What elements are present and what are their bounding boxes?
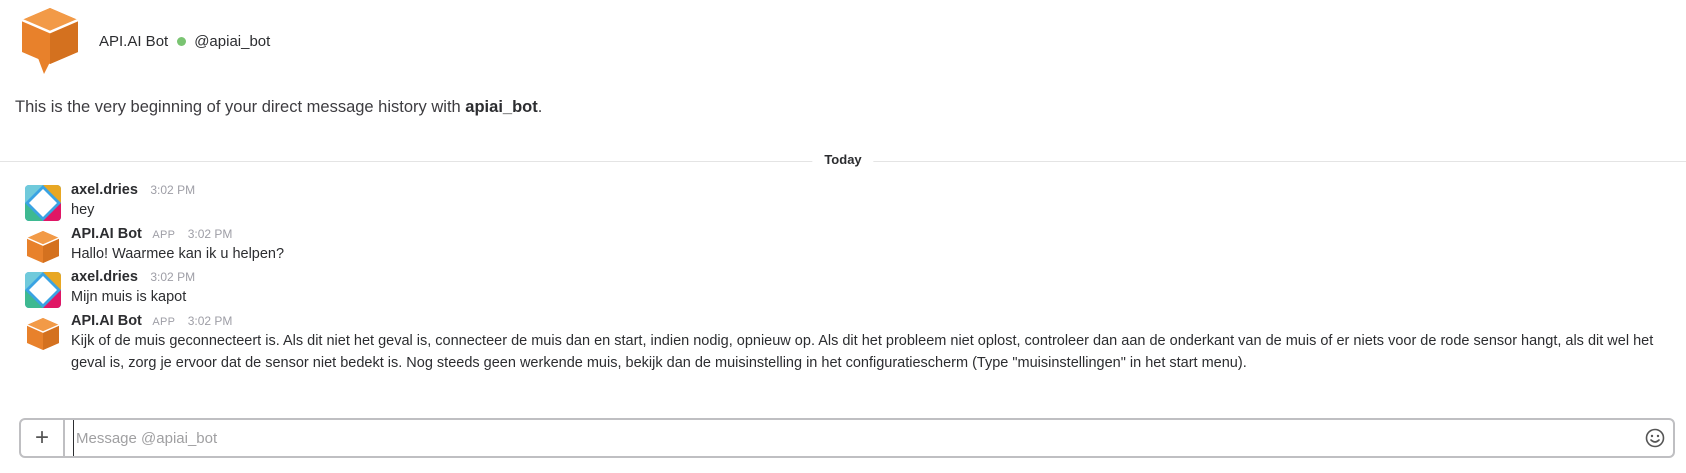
message-item: API.AI Bot APP 3:02 PM Kijk of de muis g… [25, 312, 1665, 402]
bot-handle: @apiai_bot [194, 32, 271, 50]
message-timestamp[interactable]: 3:02 PM [188, 227, 233, 241]
message-author[interactable]: axel.dries [71, 269, 138, 285]
message-text: hey [71, 202, 95, 218]
message-timestamp[interactable]: 3:02 PM [188, 314, 233, 328]
message-text: Mijn muis is kapot [71, 289, 187, 305]
message-content: API.AI Bot APP 3:02 PM Hallo! Waarmee ka… [71, 225, 1661, 265]
history-intro: This is the very beginning of your direc… [15, 98, 542, 117]
channel-header: API.AI Bot @apiai_bot [20, 4, 270, 78]
bot-avatar-icon[interactable] [20, 6, 81, 76]
intro-text: This is the very beginning of your direc… [15, 98, 461, 116]
message-item: axel.dries 3:02 PM Mijn muis is kapot [25, 268, 1665, 310]
message-content: axel.dries 3:02 PM Mijn muis is kapot [71, 268, 1661, 308]
intro-suffix: . [537, 98, 543, 116]
add-attachment-button[interactable]: + [21, 420, 65, 456]
user-avatar-icon[interactable] [25, 185, 61, 221]
bot-avatar-icon[interactable] [25, 229, 61, 265]
message-text: Kijk of de muis geconnecteert is. Als di… [71, 333, 1654, 371]
app-badge: APP [152, 229, 176, 241]
message-input[interactable] [73, 420, 1596, 456]
message-item: API.AI Bot APP 3:02 PM Hallo! Waarmee ka… [25, 225, 1665, 267]
intro-bot-name[interactable]: apiai_bot [465, 98, 537, 116]
message-content: axel.dries 3:02 PM hey [71, 181, 1661, 221]
day-divider: Today [0, 150, 1686, 167]
message-item: axel.dries 3:02 PM hey [25, 181, 1665, 223]
app-badge: APP [152, 316, 176, 328]
message-author[interactable]: axel.dries [71, 182, 138, 198]
message-author[interactable]: API.AI Bot [71, 313, 142, 329]
message-author[interactable]: API.AI Bot [71, 226, 142, 242]
message-meta: API.AI Bot APP 3:02 PM [71, 312, 1661, 330]
emoji-icon[interactable] [1645, 428, 1665, 448]
message-meta: axel.dries 3:02 PM [71, 268, 1661, 286]
bot-avatar-icon[interactable] [25, 316, 61, 352]
message-timestamp[interactable]: 3:02 PM [150, 183, 195, 197]
presence-indicator [177, 36, 187, 46]
message-text: Hallo! Waarmee kan ik u helpen? [71, 246, 285, 262]
message-composer: + [19, 418, 1675, 458]
message-content: API.AI Bot APP 3:02 PM Kijk of de muis g… [71, 312, 1661, 374]
divider-label[interactable]: Today [812, 152, 874, 167]
bot-name[interactable]: API.AI Bot [99, 33, 168, 50]
message-meta: axel.dries 3:02 PM [71, 181, 1661, 199]
message-timestamp[interactable]: 3:02 PM [150, 270, 195, 284]
message-meta: API.AI Bot APP 3:02 PM [71, 225, 1661, 243]
user-avatar-icon[interactable] [25, 272, 61, 308]
